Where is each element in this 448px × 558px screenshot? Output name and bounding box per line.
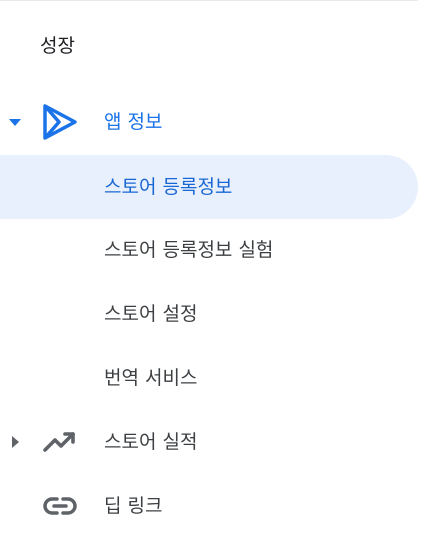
- sidebar-item-label: 스토어 설정: [104, 303, 198, 325]
- sidebar-item-store-listing-experiments[interactable]: 스토어 등록정보 실험: [0, 218, 418, 282]
- caret-down-icon[interactable]: [6, 113, 24, 131]
- sidebar-item-store-performance[interactable]: 스토어 실적: [0, 410, 418, 474]
- sidebar-item-translation-service[interactable]: 번역 서비스: [0, 346, 418, 410]
- sidebar-nav: 성장 앱 정보 스토어 등록정보 스토어 등록정보 실험 스토어 설정 번역 서…: [0, 0, 448, 558]
- sidebar-item-store-listing[interactable]: 스토어 등록정보: [0, 155, 418, 219]
- link-icon: [43, 497, 77, 515]
- sidebar-item-label: 스토어 등록정보: [104, 176, 233, 198]
- section-title-growth: 성장: [40, 35, 75, 57]
- trending-up-icon: [43, 432, 75, 452]
- caret-right-icon[interactable]: [6, 433, 24, 451]
- sidebar-item-label: 스토어 등록정보 실험: [104, 239, 274, 261]
- sidebar-item-deep-links[interactable]: 딥 링크: [0, 474, 418, 538]
- sidebar-item-label: 앱 정보: [104, 111, 163, 133]
- sidebar-item-label: 딥 링크: [104, 495, 163, 517]
- sidebar-item-label: 스토어 실적: [104, 431, 198, 453]
- sidebar-item-store-settings[interactable]: 스토어 설정: [0, 282, 418, 346]
- sidebar-item-label: 번역 서비스: [104, 367, 198, 389]
- top-divider: [0, 0, 418, 1]
- sidebar-item-app-info[interactable]: 앱 정보: [0, 90, 418, 154]
- play-console-icon: [43, 104, 77, 140]
